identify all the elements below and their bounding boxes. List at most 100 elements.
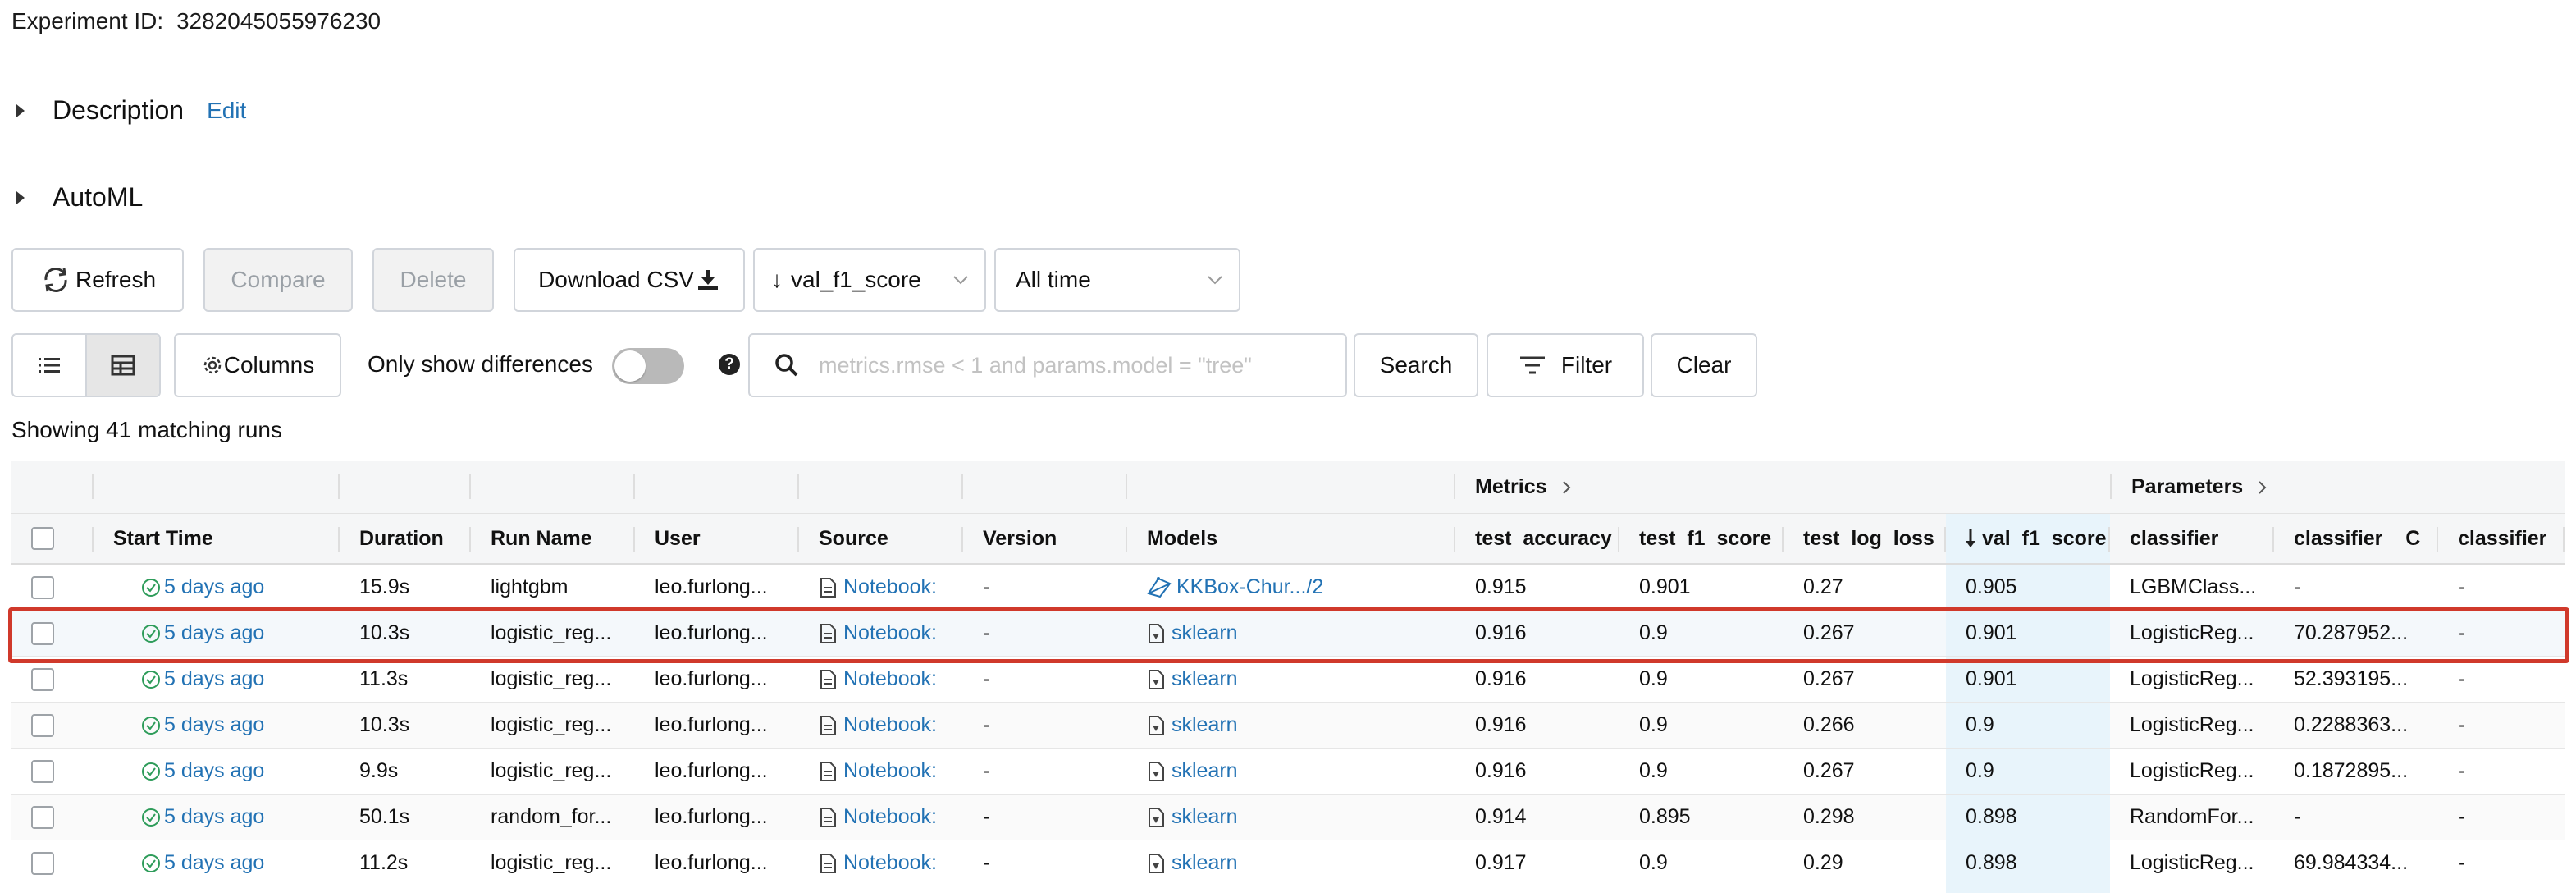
source-cell[interactable]: Notebook: [799, 611, 963, 656]
model-cell[interactable]: sklearn [1127, 657, 1455, 702]
edit-description-link[interactable]: Edit [207, 98, 246, 124]
source-cell-text[interactable]: Notebook: [843, 851, 937, 875]
table-row[interactable]: 5 days ago 10.3s logistic_reg... leo.furlon… [11, 703, 2565, 749]
start-time-cell[interactable]: 5 days ago [94, 657, 340, 702]
start-time-cell-text[interactable]: 5 days ago [164, 621, 264, 645]
row-checkbox[interactable] [31, 622, 54, 645]
help-icon[interactable]: ? [719, 354, 740, 375]
table-view-button[interactable] [85, 335, 159, 396]
source-cell-text[interactable]: Notebook: [843, 575, 937, 599]
source-cell-text[interactable]: Notebook: [843, 713, 937, 737]
start-time-cell[interactable]: 5 days ago [94, 703, 340, 748]
time-range-select[interactable]: All time [994, 248, 1240, 312]
table-row[interactable]: 5 days ago 9.9s logistic_reg... leo.furlong… [11, 749, 2565, 795]
row-select-cell[interactable] [11, 749, 94, 794]
start-time-cell[interactable]: 5 days ago [94, 565, 340, 610]
only-show-differences-toggle[interactable] [612, 348, 684, 384]
source-cell[interactable]: Notebook: [799, 565, 963, 610]
source-cell[interactable]: Notebook: [799, 840, 963, 886]
start-time-cell[interactable]: 5 days ago [94, 840, 340, 886]
col-test-f1-score[interactable]: test_f1_score [1619, 514, 1784, 563]
search-input[interactable] [819, 352, 1327, 378]
chevron-right-icon[interactable] [2254, 479, 2271, 496]
model-cell-text[interactable]: sklearn [1172, 621, 1238, 645]
select-all-cell[interactable] [11, 514, 94, 563]
select-all-checkbox[interactable] [31, 527, 54, 550]
row-checkbox[interactable] [31, 806, 54, 829]
model-cell-text[interactable]: sklearn [1172, 851, 1238, 875]
source-cell-text[interactable]: Notebook: [843, 621, 937, 645]
table-row[interactable]: 5 days ago 10.3s logistic_reg... leo.furlon… [11, 611, 2565, 657]
row-checkbox[interactable] [31, 576, 54, 599]
col-models[interactable]: Models [1127, 514, 1455, 563]
model-cell-text[interactable]: sklearn [1172, 667, 1238, 691]
model-cell-text[interactable]: sklearn [1172, 805, 1238, 829]
row-select-cell[interactable] [11, 795, 94, 840]
source-cell-text[interactable]: Notebook: [843, 805, 937, 829]
start-time-cell-text[interactable]: 5 days ago [164, 805, 264, 829]
metrics-group-header[interactable]: Metrics [1455, 461, 2112, 513]
search-button[interactable]: Search [1354, 333, 1478, 397]
compare-button[interactable]: Compare [203, 248, 353, 312]
col-duration[interactable]: Duration [340, 514, 471, 563]
view-toggle[interactable] [11, 333, 161, 397]
start-time-cell[interactable]: 5 days ago [94, 795, 340, 840]
model-cell[interactable]: sklearn [1127, 749, 1455, 794]
model-cell-text[interactable]: KKBox-Chur.../2 [1176, 575, 1323, 599]
col-test-log-loss[interactable]: test_log_loss [1784, 514, 1946, 563]
start-time-cell-text[interactable]: 5 days ago [164, 575, 264, 599]
expand-caret-icon[interactable] [16, 190, 25, 204]
col-version[interactable]: Version [963, 514, 1127, 563]
parameters-group-header[interactable]: Parameters [2112, 461, 2565, 513]
row-select-cell[interactable] [11, 657, 94, 702]
model-cell-text[interactable]: sklearn [1172, 759, 1238, 783]
automl-section[interactable]: AutoML [11, 182, 143, 213]
col-run-name[interactable]: Run Name [471, 514, 635, 563]
table-row[interactable]: 5 days ago 11.3s logistic_reg... leo.furlon… [11, 657, 2565, 703]
refresh-button[interactable]: Refresh [11, 248, 184, 312]
row-select-cell[interactable] [11, 611, 94, 656]
col-user[interactable]: User [635, 514, 799, 563]
source-cell-text[interactable]: Notebook: [843, 759, 937, 783]
source-cell[interactable]: Notebook: [799, 749, 963, 794]
start-time-cell-text[interactable]: 5 days ago [164, 667, 264, 691]
row-checkbox[interactable] [31, 714, 54, 737]
model-cell[interactable]: sklearn [1127, 703, 1455, 748]
col-classifier-c[interactable]: classifier__C [2274, 514, 2438, 563]
chevron-right-icon[interactable] [1559, 479, 1575, 496]
row-select-cell[interactable] [11, 565, 94, 610]
model-cell[interactable]: KKBox-Chur.../2 [1127, 565, 1455, 610]
model-cell[interactable]: sklearn [1127, 795, 1455, 840]
list-view-button[interactable] [13, 335, 85, 396]
delete-button[interactable]: Delete [372, 248, 494, 312]
table-row[interactable]: 5 days ago 15.9s lightgbm leo.furlong... Not… [11, 565, 2565, 611]
col-classifier-extra[interactable]: classifier_ [2438, 514, 2565, 563]
filter-button[interactable]: Filter [1487, 333, 1644, 397]
sort-select[interactable]: ↓ val_f1_score [753, 248, 986, 312]
col-test-accuracy[interactable]: test_accuracy_ [1455, 514, 1619, 563]
columns-button[interactable]: Columns [174, 333, 341, 397]
model-cell-text[interactable]: sklearn [1172, 713, 1238, 737]
start-time-cell[interactable]: 5 days ago [94, 611, 340, 656]
row-select-cell[interactable] [11, 840, 94, 886]
start-time-cell-text[interactable]: 5 days ago [164, 759, 264, 783]
col-val-f1-score[interactable]: val_f1_score [1946, 514, 2110, 563]
source-cell[interactable]: Notebook: [799, 657, 963, 702]
row-select-cell[interactable] [11, 703, 94, 748]
start-time-cell-text[interactable]: 5 days ago [164, 851, 264, 875]
model-cell[interactable]: sklearn [1127, 611, 1455, 656]
source-cell[interactable]: Notebook: [799, 795, 963, 840]
start-time-cell-text[interactable]: 5 days ago [164, 713, 264, 737]
description-section[interactable]: Description Edit [11, 95, 246, 126]
row-checkbox[interactable] [31, 852, 54, 875]
row-checkbox[interactable] [31, 668, 54, 691]
col-classifier[interactable]: classifier [2110, 514, 2274, 563]
col-start-time[interactable]: Start Time [94, 514, 340, 563]
table-row[interactable]: 5 days ago 50.1s random_for... leo.furlong.… [11, 795, 2565, 840]
search-box[interactable] [748, 333, 1347, 397]
clear-button[interactable]: Clear [1651, 333, 1757, 397]
row-checkbox[interactable] [31, 760, 54, 783]
source-cell[interactable]: Notebook: [799, 703, 963, 748]
source-cell-text[interactable]: Notebook: [843, 667, 937, 691]
col-source[interactable]: Source [799, 514, 963, 563]
